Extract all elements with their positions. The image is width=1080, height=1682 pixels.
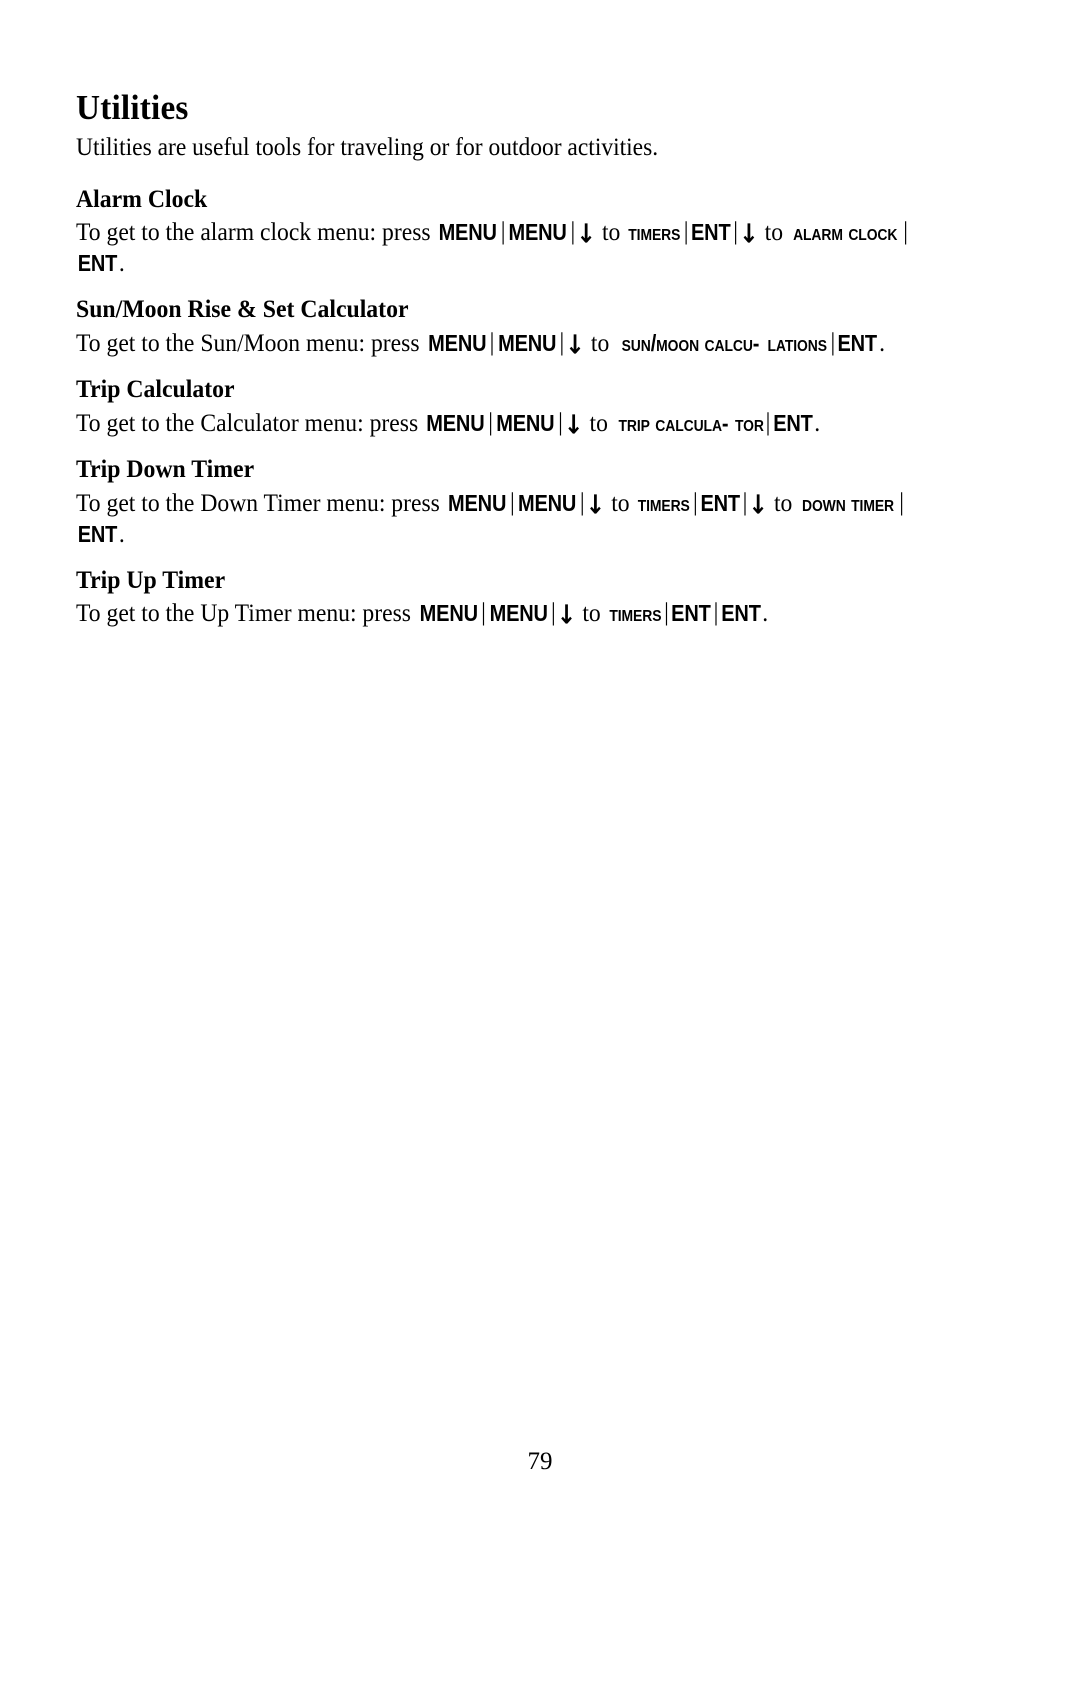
- key-ent: ENT: [691, 219, 731, 246]
- instruction-prefix: To get to the Sun/Moon menu: press: [76, 330, 426, 358]
- key-separator: |: [489, 329, 495, 357]
- key-separator: |: [713, 599, 719, 627]
- arrow-down-icon: ↓: [565, 329, 585, 360]
- menu-item-trip-calculator-part2: tor: [734, 409, 764, 436]
- key-separator: |: [899, 488, 904, 516]
- key-menu: MENU: [496, 409, 555, 436]
- key-separator: |: [558, 408, 563, 436]
- key-menu: MENU: [518, 489, 577, 516]
- menu-item-alarm-clock: Alarm Clock: [793, 219, 898, 246]
- chapter-intro-text: Utilities are useful tools for traveling…: [76, 134, 659, 162]
- page-number: 79: [527, 1448, 553, 1475]
- connector-to: to: [773, 489, 793, 517]
- instruction-prefix: To get to the Up Timer menu: press: [76, 600, 417, 628]
- sentence-period: .: [762, 600, 769, 628]
- instruction-prefix: To get to the Down Timer menu: press: [76, 489, 446, 517]
- arrow-down-icon: ↓: [556, 599, 577, 631]
- instruction-trip-up-timer: To get to the Up Timer menu: press MENU |…: [76, 598, 945, 629]
- key-separator: |: [664, 599, 669, 627]
- section-trip-calculator: Trip Calculator To get to the Calculator…: [76, 376, 948, 439]
- section-heading-trip-calculator: Trip Calculator: [76, 376, 235, 404]
- key-menu: MENU: [448, 489, 507, 516]
- section-heading-trip-up-timer: Trip Up Timer: [76, 566, 226, 594]
- key-menu: MENU: [439, 219, 498, 246]
- connector-to: to: [582, 600, 601, 628]
- menu-item-sun-moon-calculations-part2: lations: [767, 330, 828, 357]
- key-ent: ENT: [837, 330, 878, 357]
- instruction-trip-calculator: To get to the Calculator menu: press MEN…: [76, 408, 945, 439]
- key-ent: ENT: [721, 600, 761, 627]
- section-sun-moon: Sun/Moon Rise & Set Calculator To get to…: [76, 296, 948, 359]
- sentence-period: .: [118, 250, 125, 278]
- key-menu: MENU: [508, 219, 568, 246]
- key-separator: |: [733, 218, 739, 246]
- key-menu: MENU: [489, 600, 548, 627]
- section-heading-trip-down-timer: Trip Down Timer: [76, 455, 255, 483]
- connector-to: to: [590, 330, 610, 358]
- key-separator: |: [481, 599, 486, 627]
- key-separator: |: [500, 218, 506, 246]
- key-separator: |: [830, 329, 836, 357]
- manual-page: Utilities Utilities are useful tools for…: [0, 0, 1080, 1682]
- connector-to: to: [611, 489, 630, 517]
- instruction-prefix: To get to the alarm clock menu: press: [76, 219, 437, 247]
- key-ent: ENT: [77, 250, 118, 277]
- key-separator: |: [683, 218, 689, 246]
- key-ent: ENT: [700, 489, 740, 516]
- menu-item-timers: Timers: [637, 489, 690, 516]
- instruction-prefix: To get to the Calculator menu: press: [76, 409, 425, 437]
- section-heading-sun-moon: Sun/Moon Rise & Set Calculator: [76, 296, 409, 324]
- arrow-down-icon: ↓: [748, 488, 769, 520]
- section-heading-alarm-clock: Alarm Clock: [76, 185, 208, 213]
- section-alarm-clock: Alarm Clock To get to the alarm clock me…: [76, 186, 948, 280]
- key-separator: |: [509, 488, 515, 516]
- menu-item-trip-calculator-part1: Trip Calcula-: [618, 409, 729, 436]
- arrow-down-icon: ↓: [585, 488, 606, 520]
- section-trip-down-timer: Trip Down Timer To get to the Down Timer…: [76, 456, 948, 550]
- key-menu: MENU: [426, 409, 485, 436]
- key-separator: |: [903, 218, 909, 246]
- instruction-trip-down-timer: To get to the Down Timer menu: press MEN…: [76, 488, 945, 550]
- key-separator: |: [488, 408, 493, 436]
- key-separator: |: [765, 408, 771, 436]
- key-ent: ENT: [77, 520, 118, 547]
- section-trip-up-timer: Trip Up Timer To get to the Up Timer men…: [76, 567, 948, 630]
- sentence-period: .: [879, 330, 885, 358]
- arrow-down-icon: ↓: [563, 409, 584, 440]
- sentence-period: .: [118, 520, 125, 548]
- instruction-sun-moon: To get to the Sun/Moon menu: press MENU |…: [76, 328, 945, 359]
- instruction-alarm-clock: To get to the alarm clock menu: press ME…: [76, 217, 945, 279]
- key-menu: MENU: [427, 330, 487, 357]
- menu-item-timers: Timers: [628, 219, 681, 246]
- sentence-period: .: [814, 409, 821, 437]
- key-ent: ENT: [671, 600, 712, 627]
- key-separator: |: [693, 488, 698, 516]
- connector-to: to: [764, 219, 784, 247]
- page-title: Utilities: [76, 88, 189, 127]
- arrow-down-icon: ↓: [738, 218, 759, 250]
- connector-to: to: [601, 219, 621, 247]
- key-separator: |: [579, 488, 585, 516]
- key-menu: MENU: [419, 600, 478, 627]
- menu-item-timers: Timers: [608, 600, 661, 627]
- page-content: Utilities Utilities are useful tools for…: [76, 88, 948, 646]
- arrow-down-icon: ↓: [576, 218, 597, 250]
- key-menu: MENU: [497, 330, 557, 357]
- connector-to: to: [589, 409, 608, 437]
- menu-item-sun-moon-calculations-part1: Sun/Moon Calcu-: [621, 330, 759, 357]
- key-ent: ENT: [773, 409, 813, 436]
- menu-item-down-timer: Down Timer: [802, 489, 895, 516]
